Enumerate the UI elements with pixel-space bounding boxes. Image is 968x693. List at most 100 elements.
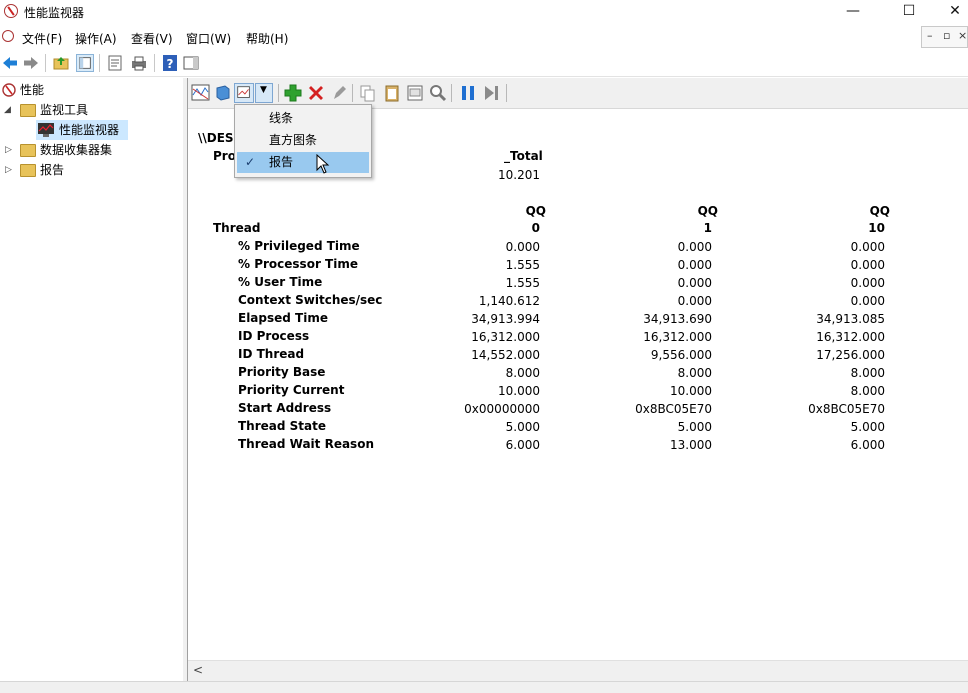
mdi-minimize-button[interactable]: –: [927, 29, 933, 42]
menu-item-report[interactable]: ✓ 报告: [237, 152, 369, 173]
counter-value: 0.000: [850, 258, 885, 272]
graph-type-dropdown-button[interactable]: ▼: [255, 83, 273, 103]
delete-counter-icon[interactable]: [306, 83, 326, 103]
change-graph-type-icon[interactable]: [234, 83, 254, 103]
tree-label-data-collector-sets: 数据收集器集: [40, 143, 113, 157]
counter-value: 14,552.000: [471, 348, 540, 362]
performance-icon: [2, 83, 16, 97]
maximize-button[interactable]: ☐: [886, 0, 932, 24]
chevron-right-icon[interactable]: ▷: [5, 140, 12, 160]
counter-value: 16,312.000: [816, 330, 885, 344]
counter-value: 0.000: [677, 294, 712, 308]
menu-item-line[interactable]: 线条: [237, 108, 369, 129]
counter-value: 1,140.612: [478, 294, 540, 308]
forward-arrow-icon[interactable]: [22, 54, 40, 72]
mdi-system-icon[interactable]: [2, 30, 14, 42]
horizontal-scrollbar[interactable]: <: [188, 660, 968, 681]
tree-item-performance-monitor[interactable]: 性能监视器: [36, 120, 128, 140]
properties-icon[interactable]: [106, 54, 124, 72]
counter-value: 1.555: [505, 258, 540, 272]
counter-value: 16,312.000: [643, 330, 712, 344]
counter-value: 5.000: [677, 420, 712, 434]
counter-value: 34,913.690: [643, 312, 712, 326]
folder-icon: [20, 144, 36, 157]
counter-value: 0x8BC05E70: [635, 402, 712, 416]
menu-item-histogram-label: 直方图条: [269, 133, 318, 147]
show-hide-tree-icon[interactable]: [76, 54, 94, 72]
toolbar-separator: [154, 54, 155, 72]
pause-icon[interactable]: [458, 83, 478, 103]
add-counter-icon[interactable]: [283, 83, 303, 103]
show-action-pane-icon[interactable]: [182, 54, 200, 72]
report-processor-object: Pro: [213, 149, 236, 163]
view-current-activity-icon[interactable]: [191, 83, 211, 103]
counter-value: 8.000: [850, 384, 885, 398]
counter-value: 0.000: [850, 276, 885, 290]
highlight-icon[interactable]: [329, 83, 349, 103]
tree-item-monitoring-tools[interactable]: ◢ 监视工具: [0, 100, 183, 120]
counter-label: Priority Current: [238, 383, 345, 397]
print-icon[interactable]: [130, 54, 148, 72]
title-bar: 性能监视器 — ☐ ✕: [0, 0, 968, 24]
perfmon-app-icon: [4, 4, 18, 18]
menu-window[interactable]: 窗口(W): [186, 30, 231, 47]
toolbar-separator: [352, 84, 353, 102]
counter-value: 6.000: [850, 438, 885, 452]
report-computer-name: \\DES: [198, 131, 234, 145]
mdi-restore-button[interactable]: ▫: [943, 29, 950, 42]
svg-text:?: ?: [167, 57, 174, 71]
minimize-button[interactable]: —: [830, 0, 876, 24]
properties-icon[interactable]: [405, 83, 425, 103]
counter-value: 16,312.000: [471, 330, 540, 344]
counter-label: % Privileged Time: [238, 239, 360, 253]
menu-item-histogram[interactable]: 直方图条: [237, 130, 369, 151]
counter-value: 0.000: [850, 240, 885, 254]
tree-label-monitoring-tools: 监视工具: [40, 103, 89, 117]
tree-item-reports[interactable]: ▷ 报告: [0, 160, 183, 180]
mdi-close-button[interactable]: ×: [958, 29, 967, 42]
close-button[interactable]: ✕: [932, 0, 968, 24]
counter-label: Thread Wait Reason: [238, 437, 374, 451]
up-folder-icon[interactable]: [52, 54, 70, 72]
counter-value: 8.000: [850, 366, 885, 380]
menu-file[interactable]: 文件(F): [22, 30, 62, 47]
counter-value: 8.000: [677, 366, 712, 380]
checkmark-icon: ✓: [245, 155, 256, 169]
window-title: 性能监视器: [24, 6, 85, 20]
copy-properties-icon[interactable]: [358, 83, 378, 103]
update-data-icon[interactable]: [481, 83, 501, 103]
counter-label: ID Thread: [238, 347, 305, 361]
menu-help[interactable]: 帮助(H): [246, 30, 288, 47]
counter-value: 0x8BC05E70: [808, 402, 885, 416]
scroll-left-icon[interactable]: <: [193, 663, 203, 677]
report-view: \\DES Pro _Total % Processor Time 10.201…: [188, 109, 968, 659]
menu-action[interactable]: 操作(A): [75, 30, 117, 47]
counter-value: 0.000: [677, 240, 712, 254]
view-log-data-icon[interactable]: [213, 83, 233, 103]
toolbar-separator: [451, 84, 452, 102]
counter-value: 1.555: [505, 276, 540, 290]
counter-value: 34,913.085: [816, 312, 885, 326]
counter-label: Priority Base: [238, 365, 326, 379]
counter-value: 5.000: [850, 420, 885, 434]
counter-value: 0.000: [850, 294, 885, 308]
paste-counter-list-icon[interactable]: [382, 83, 402, 103]
main-toolbar: ?: [0, 50, 968, 77]
counter-label: Elapsed Time: [238, 311, 328, 325]
tree-item-data-collector-sets[interactable]: ▷ 数据收集器集: [0, 140, 183, 160]
counter-label: Thread State: [238, 419, 327, 433]
tree-item-performance[interactable]: 性能: [0, 80, 183, 100]
column-instance-2: 10: [868, 221, 885, 235]
help-icon[interactable]: ?: [161, 54, 179, 72]
back-arrow-icon[interactable]: [1, 54, 19, 72]
counter-value: 8.000: [505, 366, 540, 380]
menu-view[interactable]: 查看(V): [131, 30, 173, 47]
toolbar-separator: [506, 84, 507, 102]
chevron-down-icon[interactable]: ◢: [4, 100, 11, 120]
counter-value: 10.000: [670, 384, 712, 398]
zoom-icon[interactable]: [428, 83, 448, 103]
toolbar-separator: [278, 84, 279, 102]
counter-value: 5.000: [505, 420, 540, 434]
mouse-cursor-icon: [316, 154, 330, 174]
chevron-right-icon[interactable]: ▷: [5, 160, 12, 180]
